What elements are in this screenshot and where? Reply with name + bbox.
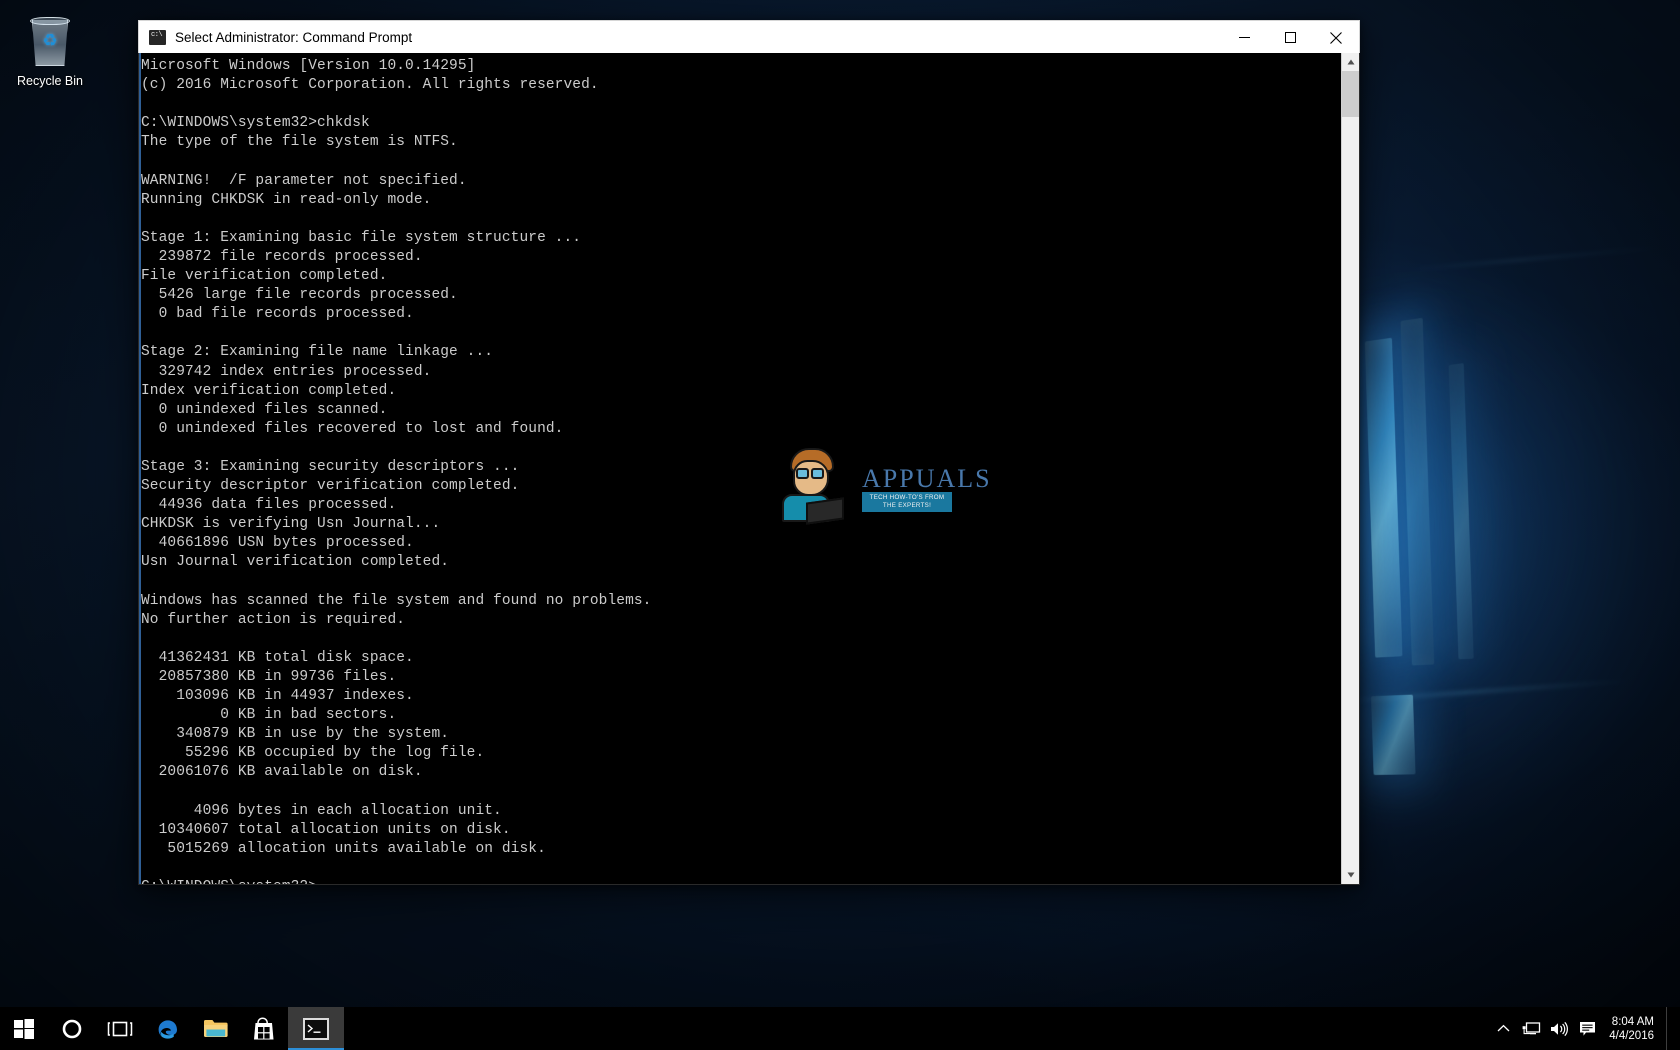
- edge-button[interactable]: [144, 1007, 192, 1050]
- minimize-button[interactable]: [1221, 21, 1267, 54]
- start-button[interactable]: [0, 1007, 48, 1050]
- command-prompt-icon: [303, 1017, 329, 1040]
- system-tray: 8:04 AM 4/4/2016: [1489, 1007, 1680, 1050]
- taskbar-empty-area[interactable]: [344, 1007, 1489, 1050]
- cortana-button[interactable]: [48, 1007, 96, 1050]
- cortana-circle-icon: [62, 1019, 82, 1038]
- close-icon: [1330, 31, 1342, 44]
- maximize-button[interactable]: [1267, 21, 1313, 54]
- recycle-bin-icon: ♻: [26, 16, 74, 68]
- show-desktop-button[interactable]: [1666, 1007, 1674, 1050]
- window-controls: [1221, 21, 1359, 54]
- shopping-bag-icon: [254, 1016, 274, 1039]
- task-view-button[interactable]: [96, 1007, 144, 1050]
- action-center-button[interactable]: [1573, 1007, 1601, 1050]
- edge-browser-icon: [158, 1019, 177, 1039]
- clock-time: 8:04 AM: [1611, 1015, 1654, 1028]
- window-title: Select Administrator: Command Prompt: [175, 29, 413, 45]
- maximize-icon: [1284, 32, 1296, 43]
- file-explorer-button[interactable]: [192, 1007, 240, 1050]
- console-scrollbar[interactable]: [1341, 53, 1359, 884]
- scrollbar-track[interactable]: [1342, 71, 1359, 866]
- desktop[interactable]: ♻ Recycle Bin Select Administrator: Comm…: [0, 0, 1680, 1050]
- task-view-icon: [107, 1021, 133, 1036]
- scroll-up-button[interactable]: [1342, 53, 1359, 71]
- clock-date: 4/4/2016: [1609, 1029, 1654, 1042]
- network-monitor-icon: [1522, 1021, 1540, 1034]
- minimize-icon: [1238, 37, 1250, 38]
- taskbar-clock[interactable]: 8:04 AM 4/4/2016: [1601, 1015, 1666, 1043]
- show-hidden-icons-button[interactable]: [1489, 1007, 1517, 1050]
- command-prompt-taskbar-button[interactable]: [288, 1007, 344, 1050]
- notification-icon: [1579, 1021, 1595, 1036]
- volume-button[interactable]: [1545, 1007, 1573, 1050]
- speaker-icon: [1551, 1021, 1569, 1036]
- folder-icon: [204, 1020, 228, 1037]
- recycle-bin-label: Recycle Bin: [17, 74, 83, 88]
- console-body[interactable]: Microsoft Windows [Version 10.0.14295] (…: [138, 53, 1360, 885]
- desktop-icon-recycle-bin[interactable]: ♻ Recycle Bin: [8, 8, 92, 93]
- taskbar[interactable]: 8:04 AM 4/4/2016: [0, 1007, 1680, 1050]
- close-button[interactable]: [1313, 21, 1359, 54]
- chevron-up-icon: [1347, 59, 1355, 65]
- network-button[interactable]: [1517, 1007, 1545, 1050]
- chevron-down-icon: [1347, 872, 1355, 878]
- command-prompt-icon: [149, 29, 166, 45]
- scrollbar-thumb[interactable]: [1342, 71, 1359, 117]
- window-titlebar[interactable]: Select Administrator: Command Prompt: [138, 20, 1360, 53]
- store-button[interactable]: [240, 1007, 288, 1050]
- command-prompt-window[interactable]: Select Administrator: Command Prompt: [138, 20, 1360, 885]
- chevron-up-icon: [1497, 1024, 1510, 1032]
- scroll-down-button[interactable]: [1342, 866, 1359, 884]
- recycle-symbol-icon: ♻: [42, 31, 58, 50]
- console-output: Microsoft Windows [Version 10.0.14295] (…: [141, 58, 652, 884]
- windows-logo-icon: [14, 1018, 34, 1039]
